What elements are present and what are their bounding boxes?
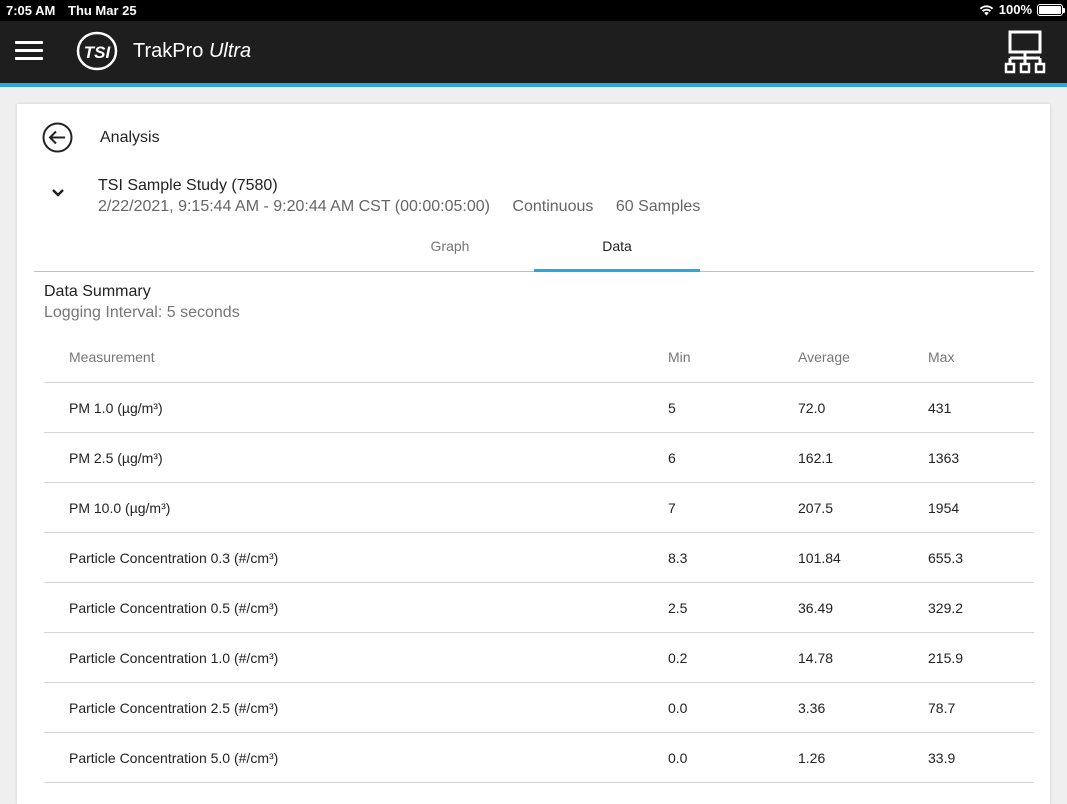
back-arrow-icon[interactable] <box>42 122 73 153</box>
table-row: Particle Concentration 2.5 (#/cm³) 0.0 3… <box>44 682 1034 733</box>
table-row: PM 10.0 (µg/m³) 7 207.5 1954 <box>44 482 1034 533</box>
header-max: Max <box>928 332 1034 383</box>
battery-icon <box>1037 3 1065 16</box>
cell-min: 7 <box>668 482 798 533</box>
wifi-icon <box>979 4 993 15</box>
study-name: TSI Sample Study (7580) <box>98 177 278 194</box>
header-measurement: Measurement <box>44 332 668 383</box>
cell-max: 33.9 <box>928 732 1034 783</box>
cell-average: 207.5 <box>798 482 928 533</box>
cell-measurement: PM 2.5 (µg/m³) <box>44 432 668 483</box>
table-row: Particle Concentration 1.0 (#/cm³) 0.2 1… <box>44 632 1034 683</box>
brand-name: TrakPro <box>133 40 204 62</box>
cell-max: 1363 <box>928 432 1034 483</box>
cell-min: 0.2 <box>668 632 798 683</box>
status-bar: 7:05 AM Thu Mar 25 100% <box>0 0 1067 21</box>
study-mode: Continuous <box>512 198 594 215</box>
tab-data-label: Data <box>602 238 632 254</box>
logo-text: TSI <box>84 43 112 62</box>
data-summary-table: Measurement Min Average Max PM 1.0 (µg/m… <box>44 332 1034 783</box>
status-right: 100% <box>979 2 1065 17</box>
study-time-range: 2/22/2021, 9:15:44 AM - 9:20:44 AM CST (… <box>98 198 490 215</box>
header-min: Min <box>668 332 798 383</box>
tab-bar: Graph Data <box>34 232 1034 272</box>
tsi-logo-icon: TSI <box>76 31 118 71</box>
brand-suffix: Ultra <box>208 40 252 62</box>
table-header-row: Measurement Min Average Max <box>44 332 1034 383</box>
cell-min: 6 <box>668 432 798 483</box>
cell-max: 329.2 <box>928 582 1034 633</box>
table-row: Particle Concentration 5.0 (#/cm³) 0.0 1… <box>44 732 1034 783</box>
cell-max: 655.3 <box>928 532 1034 583</box>
cell-min: 2.5 <box>668 582 798 633</box>
tab-graph[interactable]: Graph <box>367 232 533 271</box>
table-row: PM 2.5 (µg/m³) 6 162.1 1363 <box>44 432 1034 483</box>
cell-measurement: Particle Concentration 2.5 (#/cm³) <box>44 682 668 733</box>
logging-interval: Logging Interval: 5 seconds <box>44 304 240 321</box>
cell-measurement: PM 1.0 (µg/m³) <box>44 382 668 433</box>
network-topology-icon[interactable] <box>1004 30 1046 74</box>
study-samples: 60 Samples <box>615 198 701 215</box>
cell-min: 8.3 <box>668 532 798 583</box>
cell-average: 3.36 <box>798 682 928 733</box>
cell-average: 36.49 <box>798 582 928 633</box>
cell-max: 78.7 <box>928 682 1034 733</box>
cell-measurement: Particle Concentration 0.5 (#/cm³) <box>44 582 668 633</box>
cell-measurement: Particle Concentration 5.0 (#/cm³) <box>44 732 668 783</box>
cell-measurement: PM 10.0 (µg/m³) <box>44 482 668 533</box>
table-row: PM 1.0 (µg/m³) 5 72.0 431 <box>44 382 1034 433</box>
tab-data[interactable]: Data <box>534 232 700 272</box>
app-title: TrakPro Ultra <box>133 40 251 63</box>
header-average: Average <box>798 332 928 383</box>
cell-average: 1.26 <box>798 732 928 783</box>
table-row: Particle Concentration 0.5 (#/cm³) 2.5 3… <box>44 582 1034 633</box>
app-bar: TSI TrakPro Ultra <box>0 21 1067 87</box>
chevron-down-icon[interactable] <box>51 188 65 198</box>
tab-graph-label: Graph <box>430 238 470 254</box>
study-meta: 2/22/2021, 9:15:44 AM - 9:20:44 AM CST (… <box>98 198 718 216</box>
cell-measurement: Particle Concentration 0.3 (#/cm³) <box>44 532 668 583</box>
status-date: Thu Mar 25 <box>68 3 137 18</box>
cell-average: 14.78 <box>798 632 928 683</box>
battery-percentage: 100% <box>998 2 1032 17</box>
page-title: Analysis <box>100 129 160 146</box>
cell-min: 5 <box>668 382 798 433</box>
analysis-card: Analysis TSI Sample Study (7580) 2/22/20… <box>17 104 1050 804</box>
cell-max: 1954 <box>928 482 1034 533</box>
cell-max: 215.9 <box>928 632 1034 683</box>
hamburger-menu-icon[interactable] <box>15 41 43 63</box>
cell-measurement: Particle Concentration 1.0 (#/cm³) <box>44 632 668 683</box>
cell-max: 431 <box>928 382 1034 433</box>
cell-average: 72.0 <box>798 382 928 433</box>
cell-min: 0.0 <box>668 732 798 783</box>
cell-average: 162.1 <box>798 432 928 483</box>
cell-min: 0.0 <box>668 682 798 733</box>
tab-active-indicator <box>534 269 700 272</box>
table-row: Particle Concentration 0.3 (#/cm³) 8.3 1… <box>44 532 1034 583</box>
cell-average: 101.84 <box>798 532 928 583</box>
status-time: 7:05 AM <box>6 3 56 18</box>
summary-title: Data Summary <box>44 283 151 300</box>
